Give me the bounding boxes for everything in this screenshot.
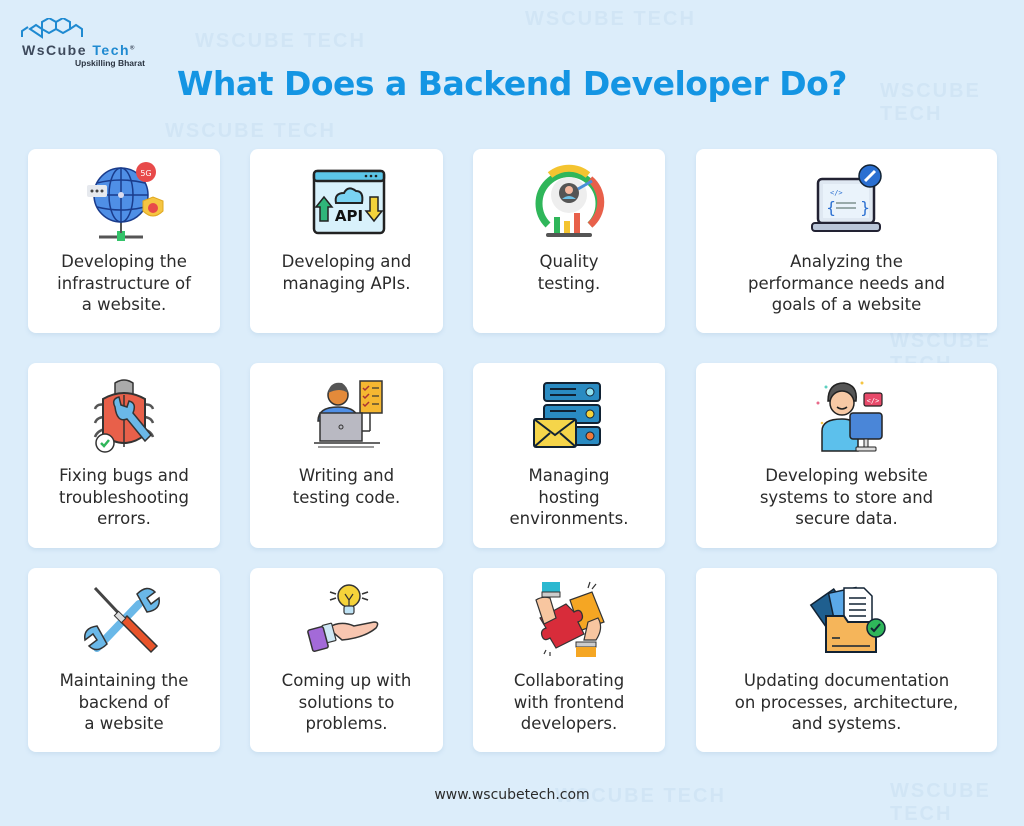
card-label: Maintaining the backend of a website	[59, 671, 189, 733]
card-label: Collaborating with frontend developers.	[513, 671, 625, 733]
svg-text:</>: </>	[830, 189, 843, 197]
brand-name-part1: WsCube	[22, 42, 87, 58]
hexagon-logo-icon	[21, 18, 83, 39]
card-collaboration: Collaborating with frontend developers.	[473, 568, 665, 752]
globe-network-icon: 5G	[87, 162, 164, 241]
svg-text:}: }	[860, 198, 870, 217]
quality-gauge-icon	[535, 164, 605, 237]
svg-text:{: {	[826, 198, 836, 217]
card-label: Quality testing.	[537, 252, 601, 293]
card-solutions: Coming up with solutions to problems.	[250, 568, 443, 752]
card-label: Updating documentation on processes, arc…	[734, 671, 959, 733]
brand-logo[interactable]: WsCube Tech® Upskilling Bharat	[20, 18, 145, 70]
card-maintaining-backend: Maintaining the backend of a website	[28, 568, 220, 752]
page-title: What Does a Backend Developer Do?	[177, 64, 847, 103]
documents-folder-icon	[809, 586, 886, 653]
card-writing-code: Writing and testing code.	[250, 363, 443, 548]
card-label: Managing hosting environments.	[509, 466, 629, 528]
watermark: WSCUBE TECH	[525, 8, 696, 30]
card-data-systems: </> Developing website systems to store …	[696, 363, 997, 548]
registered-mark: ®	[130, 45, 136, 52]
card-infrastructure: 5G Developing the infrastructure of a we…	[28, 149, 220, 333]
laptop-code-icon: </> { }	[810, 164, 882, 232]
svg-text:API: API	[334, 207, 362, 225]
brand-name: WsCube Tech®	[22, 42, 136, 58]
card-label: Fixing bugs and troubleshooting errors.	[59, 466, 189, 528]
idea-hand-icon	[306, 584, 378, 652]
api-icon: API	[312, 169, 385, 235]
svg-text:</>: </>	[866, 397, 879, 405]
card-apis: API Developing and managing APIs.	[250, 149, 443, 333]
card-label: Writing and testing code.	[292, 466, 401, 507]
card-label: Developing website systems to store and …	[759, 466, 934, 528]
card-label: Coming up with solutions to problems.	[281, 671, 412, 733]
developer-computer-icon: </>	[816, 381, 883, 452]
card-quality-testing: Quality testing.	[473, 149, 665, 333]
bug-fix-icon	[93, 379, 155, 453]
developer-checklist-icon	[313, 380, 383, 448]
watermark: WSCUBE TECH	[195, 30, 366, 52]
card-label: Analyzing the performance needs and goal…	[747, 252, 946, 314]
server-mail-icon	[533, 382, 601, 448]
card-fixing-bugs: Fixing bugs and troubleshooting errors.	[28, 363, 220, 548]
brand-name-part2: Tech	[92, 42, 131, 58]
svg-text:5G: 5G	[140, 169, 151, 178]
card-performance-analysis: </> { } Analyzing the performance needs …	[696, 149, 997, 333]
card-documentation: Updating documentation on processes, arc…	[696, 568, 997, 752]
card-hosting: Managing hosting environments.	[473, 363, 665, 548]
website-url[interactable]: www.wscubetech.com	[0, 787, 1024, 803]
puzzle-collaboration-icon	[535, 581, 605, 657]
card-label: Developing and managing APIs.	[281, 252, 412, 293]
watermark: WSCUBE TECH	[165, 120, 336, 142]
tools-icon	[84, 586, 160, 654]
card-label: Developing the infrastructure of a websi…	[57, 252, 191, 314]
